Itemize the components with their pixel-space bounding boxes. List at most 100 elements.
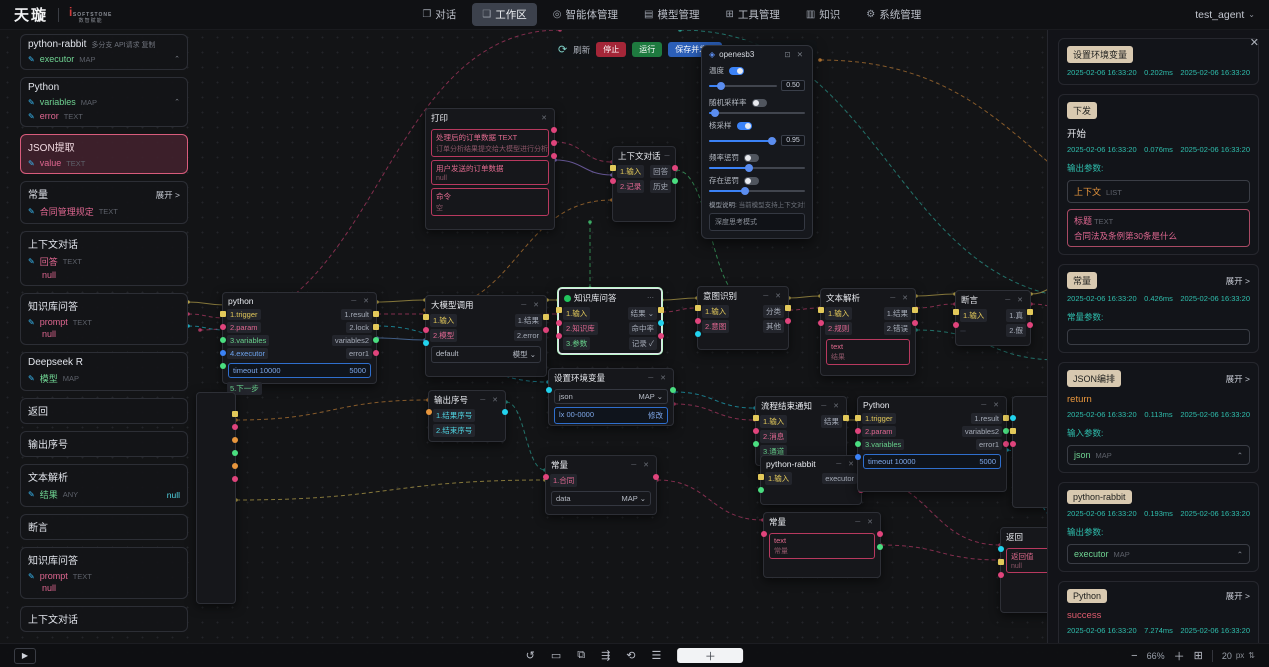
chevron-up-icon[interactable]: ⌃ — [1237, 550, 1243, 559]
edit-icon[interactable]: ✎ — [28, 159, 35, 168]
param-value-input[interactable]: 0.95 — [781, 135, 805, 146]
input-port[interactable] — [998, 559, 1004, 565]
output-chip[interactable]: 其他 — [763, 320, 784, 333]
input-chip[interactable]: 1.结果序号 — [433, 409, 475, 422]
node-title-bar[interactable]: 设置环境变量－ ✕ — [549, 369, 673, 386]
node-controls[interactable]: － ✕ — [762, 291, 783, 301]
output-port[interactable] — [373, 324, 379, 330]
input-port[interactable] — [695, 318, 701, 324]
sidebar-card-9[interactable]: 文本解析✎结果ANYnull — [20, 464, 188, 507]
input-port[interactable] — [610, 178, 616, 184]
input-chip[interactable]: 1.输入 — [617, 165, 644, 178]
node-text-box[interactable]: text结果 — [826, 339, 910, 365]
input-port[interactable] — [220, 337, 226, 343]
output-chip[interactable]: 结果 — [821, 415, 842, 428]
node-title-bar[interactable]: 知识库问答⋯ — [559, 289, 661, 306]
sidebar-card-7[interactable]: 返回 — [20, 398, 188, 424]
input-port[interactable] — [998, 546, 1004, 552]
input-port[interactable] — [818, 320, 824, 326]
output-port[interactable] — [543, 327, 549, 333]
param-toggle[interactable] — [744, 177, 759, 185]
input-chip[interactable]: 2.知识库 — [563, 322, 598, 335]
input-port[interactable] — [220, 324, 226, 330]
node-title-bar[interactable]: 流程结束通知－ ✕ — [756, 397, 846, 414]
output-chip[interactable]: 1.真 — [1006, 309, 1026, 322]
outline-icon[interactable]: ☰ — [652, 649, 662, 662]
input-port[interactable] — [220, 363, 226, 369]
node-stub[interactable] — [1012, 396, 1052, 508]
input-chip[interactable]: 1.合同 — [550, 474, 577, 487]
output-chip[interactable]: variables2 — [962, 426, 1002, 437]
input-chip[interactable]: 1.输入 — [702, 305, 729, 318]
run-log-button[interactable]: ▶ — [14, 648, 36, 664]
sidebar-card-2[interactable]: JSON提取✎valueTEXT — [20, 134, 188, 174]
node-title-bar[interactable]: 大模型调用－ ✕ — [426, 296, 546, 313]
node-controls[interactable]: － ✕ — [1004, 295, 1025, 305]
node-打印[interactable]: 打印✕处理后的订单数据 TEXT订单分析结果提交给大模型进行分析用户发送的订单数… — [425, 108, 555, 230]
input-port[interactable] — [556, 307, 562, 313]
param-slider[interactable] — [709, 140, 777, 142]
expand-link[interactable]: 展开 > — [1226, 590, 1250, 602]
sidebar-card-5[interactable]: 知识库问答✎promptTEXTnull — [20, 293, 188, 345]
nav-item-5[interactable]: ▥知识 — [796, 3, 850, 26]
input-chip[interactable]: 2.意图 — [702, 320, 729, 333]
edit-icon[interactable]: ✎ — [28, 55, 35, 64]
output-chip[interactable]: 1.result — [341, 309, 372, 320]
input-port[interactable] — [543, 474, 549, 480]
input-port[interactable] — [855, 441, 861, 447]
snap-grid-icon[interactable]: ⊞ — [1194, 649, 1203, 662]
output-chip[interactable]: 记录 ✓ — [629, 337, 657, 350]
model-mode-input[interactable]: 深度思考模式 — [709, 213, 805, 231]
param-field[interactable]: jsonMAP⌃ — [1067, 445, 1250, 465]
node-text-box[interactable]: 命令空 — [431, 188, 549, 216]
input-port[interactable] — [1010, 428, 1016, 434]
output-chip[interactable]: 历史 — [650, 180, 671, 193]
node-意图识别[interactable]: 意图识别－ ✕1.输入分类2.意图其他 — [697, 286, 789, 350]
node-controls[interactable]: － ✕ — [889, 293, 910, 303]
output-chip[interactable]: 1.结果 — [884, 307, 911, 320]
node-上下文对话[interactable]: 上下文对话－ ✕1.输入回答2.记录历史 — [612, 146, 676, 222]
edit-icon[interactable]: ✎ — [28, 112, 35, 121]
param-toggle[interactable] — [729, 67, 744, 75]
expand-link[interactable]: 展开 > — [1226, 373, 1250, 385]
output-port[interactable] — [232, 424, 238, 430]
param-toggle[interactable] — [752, 99, 767, 107]
output-chip[interactable]: variables2 — [332, 335, 372, 346]
input-chip[interactable]: 2.记录 — [617, 180, 644, 193]
node-input[interactable]: lx 00-0000修改 — [554, 407, 668, 424]
param-slider[interactable] — [709, 190, 805, 192]
node-controls[interactable]: － ✕ — [630, 460, 651, 470]
close-icon[interactable]: ✕ — [1250, 36, 1259, 49]
input-port[interactable] — [220, 311, 226, 317]
node-controls[interactable]: － ✕ — [520, 300, 541, 310]
output-port[interactable] — [232, 437, 238, 443]
output-port[interactable] — [1027, 322, 1033, 328]
nav-item-1[interactable]: ❑工作区 — [472, 3, 536, 26]
node-Python[interactable]: Python－ ✕1.trigger1.result2.paramvariabl… — [857, 396, 1007, 492]
node-controls[interactable]: － ✕ — [350, 296, 371, 306]
edit-icon[interactable]: ✎ — [28, 318, 35, 327]
node-断言[interactable]: 断言－ ✕1.输入1.真2.假 — [955, 290, 1031, 346]
input-chip[interactable]: 1.输入 — [430, 314, 457, 327]
stop-button[interactable]: 停止 — [596, 42, 626, 57]
refresh-icon[interactable]: ⟳ — [558, 43, 567, 56]
output-chip[interactable]: 2.error — [514, 330, 542, 341]
output-port[interactable] — [912, 307, 918, 313]
node-常量[interactable]: 常量－ ✕text常量 — [763, 512, 881, 578]
copy-icon[interactable]: ⧉ — [577, 649, 585, 662]
output-port[interactable] — [912, 320, 918, 326]
output-chip[interactable]: 1.result — [971, 413, 1002, 424]
output-port[interactable] — [543, 314, 549, 320]
output-chip[interactable]: 1.结果 — [515, 314, 542, 327]
slider-knob[interactable] — [741, 187, 749, 195]
output-port[interactable] — [1003, 428, 1009, 434]
sidebar-card-4[interactable]: 上下文对话✎回答TEXTnull — [20, 231, 188, 286]
input-port[interactable] — [423, 327, 429, 333]
input-chip[interactable]: 1.输入 — [825, 307, 852, 320]
output-chip[interactable]: executor — [822, 473, 857, 484]
add-node-button[interactable]: ＋ — [677, 648, 743, 663]
node-title-bar[interactable]: 常量－ ✕ — [546, 456, 656, 473]
output-port[interactable] — [785, 318, 791, 324]
nav-item-2[interactable]: ◎智能体管理 — [543, 3, 628, 26]
input-port[interactable] — [753, 428, 759, 434]
